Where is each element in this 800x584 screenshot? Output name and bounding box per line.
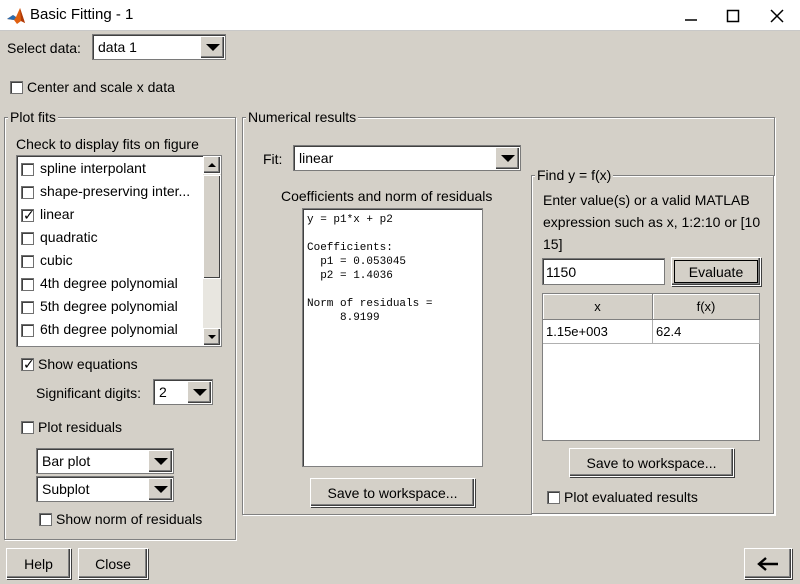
matlab-logo-icon [7, 8, 25, 24]
close-button[interactable]: Close [78, 548, 148, 579]
fit-dropdown[interactable]: linear [293, 145, 521, 171]
check-icon: ✓ [23, 356, 35, 372]
close-icon [770, 8, 784, 23]
chevron-down-icon[interactable] [148, 478, 172, 500]
arrow-down-icon [208, 335, 216, 339]
select-data-label: Select data: [7, 40, 81, 56]
save-coefficients-button[interactable]: Save to workspace... [310, 478, 475, 507]
scroll-up-button[interactable] [203, 156, 221, 174]
significant-digits-label: Significant digits: [36, 385, 142, 401]
chevron-down-icon[interactable] [148, 450, 172, 472]
select-data-value: data 1 [98, 39, 137, 55]
arrow-left-icon [757, 556, 778, 571]
residual-plot-type-value: Bar plot [42, 453, 91, 469]
results-table: x f(x) 1.15e+003 62.4 [542, 293, 760, 441]
scroll-down-button[interactable] [203, 328, 221, 346]
table-cell[interactable]: 1.15e+003 [543, 320, 653, 344]
fit-checkbox[interactable] [21, 324, 34, 337]
save-evaluated-button[interactable]: Save to workspace... [569, 448, 734, 477]
window-title: Basic Fitting - 1 [30, 6, 134, 23]
minimize-button[interactable] [670, 0, 712, 31]
x-value-input[interactable]: 1150 [542, 258, 665, 285]
chevron-down-icon[interactable] [200, 36, 224, 58]
arrow-up-icon [208, 163, 216, 167]
fits-scrollbar[interactable] [203, 156, 221, 346]
residual-plot-type-dropdown[interactable]: Bar plot [36, 448, 174, 474]
help-button[interactable]: Help [6, 548, 71, 579]
plot-evaluated-label: Plot evaluated results [564, 489, 698, 505]
plot-fits-title: Plot fits [8, 109, 58, 125]
plot-residuals-checkbox[interactable] [21, 421, 34, 434]
residual-location-value: Subplot [42, 481, 90, 497]
table-header-x: x [543, 294, 653, 320]
find-y-instruction: Enter value(s) or a valid MATLAB express… [543, 192, 761, 252]
fit-checkbox[interactable] [21, 278, 34, 291]
fit-checkbox[interactable] [21, 301, 34, 314]
significant-digits-value: 2 [159, 384, 167, 400]
center-scale-label: Center and scale x data [27, 79, 175, 95]
find-y-title: Find y = f(x) [535, 167, 614, 183]
plot-fits-instruction: Check to display fits on figure [16, 136, 199, 152]
show-norm-label: Show norm of residuals [56, 511, 203, 527]
check-icon: ✓ [23, 207, 35, 223]
table-cell[interactable]: 62.4 [653, 320, 760, 344]
maximize-icon [726, 9, 740, 22]
show-equations-label: Show equations [38, 356, 138, 372]
residual-location-dropdown[interactable]: Subplot [36, 476, 174, 502]
plot-residuals-label: Plot residuals [38, 419, 123, 435]
fit-checkbox[interactable]: ✓ [21, 207, 35, 223]
close-window-button[interactable] [754, 0, 800, 31]
fit-checkbox[interactable] [21, 163, 34, 176]
numerical-results-title: Numerical results [246, 109, 359, 125]
title-bar: Basic Fitting - 1 [0, 0, 800, 31]
coefficients-title: Coefficients and norm of residuals [281, 188, 493, 204]
fit-checkbox[interactable] [21, 186, 34, 199]
evaluate-button[interactable]: Evaluate [671, 257, 761, 286]
fit-checkbox[interactable] [21, 255, 34, 268]
maximize-button[interactable] [712, 0, 754, 31]
fits-listbox[interactable]: spline interpolant shape-preserving inte… [16, 155, 222, 347]
significant-digits-dropdown[interactable]: 2 [153, 379, 213, 405]
center-scale-checkbox[interactable] [10, 81, 23, 94]
fit-checkbox[interactable] [21, 232, 34, 245]
chevron-down-icon[interactable] [187, 381, 211, 403]
fit-label: Fit: [263, 151, 283, 167]
show-equations-checkbox[interactable]: ✓ [21, 356, 35, 372]
show-norm-checkbox[interactable] [39, 513, 52, 526]
scroll-thumb[interactable] [203, 175, 221, 279]
collapse-button[interactable] [744, 548, 792, 579]
table-header-fx: f(x) [653, 294, 760, 320]
fit-value: linear [299, 150, 334, 166]
chevron-down-icon[interactable] [495, 147, 519, 169]
select-data-dropdown[interactable]: data 1 [92, 34, 226, 60]
minimize-icon [685, 18, 697, 21]
results-textarea[interactable]: y = p1*x + p2 Coefficients: p1 = 0.05304… [302, 208, 483, 467]
plot-evaluated-checkbox[interactable] [547, 491, 560, 504]
